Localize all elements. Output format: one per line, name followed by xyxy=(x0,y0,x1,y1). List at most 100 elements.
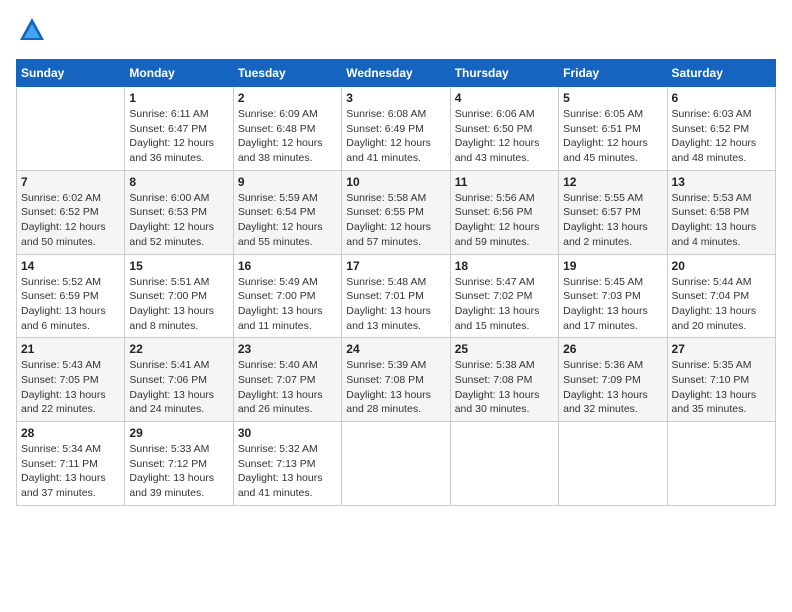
day-info: Sunrise: 6:05 AM Sunset: 6:51 PM Dayligh… xyxy=(563,107,662,166)
calendar-cell: 2 Sunrise: 6:09 AM Sunset: 6:48 PM Daylig… xyxy=(233,87,341,171)
calendar-cell: 17 Sunrise: 5:48 AM Sunset: 7:01 PM Dayli… xyxy=(342,254,450,338)
calendar-cell: 26 Sunrise: 5:36 AM Sunset: 7:09 PM Dayli… xyxy=(559,338,667,422)
day-info: Sunrise: 6:03 AM Sunset: 6:52 PM Dayligh… xyxy=(672,107,771,166)
day-info: Sunrise: 5:34 AM Sunset: 7:11 PM Dayligh… xyxy=(21,442,120,501)
day-number: 29 xyxy=(129,426,228,440)
day-number: 10 xyxy=(346,175,445,189)
calendar-cell: 12 Sunrise: 5:55 AM Sunset: 6:57 PM Dayli… xyxy=(559,170,667,254)
calendar-cell: 4 Sunrise: 6:06 AM Sunset: 6:50 PM Daylig… xyxy=(450,87,558,171)
day-info: Sunrise: 5:40 AM Sunset: 7:07 PM Dayligh… xyxy=(238,358,337,417)
day-number: 2 xyxy=(238,91,337,105)
day-info: Sunrise: 5:48 AM Sunset: 7:01 PM Dayligh… xyxy=(346,275,445,334)
calendar-cell: 13Sunrise: 5:53 AM Sunset: 6:58 PM Dayli… xyxy=(667,170,775,254)
day-number: 5 xyxy=(563,91,662,105)
calendar-cell: 8 Sunrise: 6:00 AM Sunset: 6:53 PM Daylig… xyxy=(125,170,233,254)
day-number: 6 xyxy=(672,91,771,105)
day-info: Sunrise: 5:38 AM Sunset: 7:08 PM Dayligh… xyxy=(455,358,554,417)
calendar-cell: 16 Sunrise: 5:49 AM Sunset: 7:00 PM Dayli… xyxy=(233,254,341,338)
day-number: 26 xyxy=(563,342,662,356)
day-number: 28 xyxy=(21,426,120,440)
day-header: Friday xyxy=(559,60,667,87)
day-number: 1 xyxy=(129,91,228,105)
calendar-cell: 29 Sunrise: 5:33 AM Sunset: 7:12 PM Dayli… xyxy=(125,422,233,506)
day-number: 19 xyxy=(563,259,662,273)
calendar-cell: 15 Sunrise: 5:51 AM Sunset: 7:00 PM Dayli… xyxy=(125,254,233,338)
calendar-table: SundayMondayTuesdayWednesdayThursdayFrid… xyxy=(16,59,776,506)
day-number: 22 xyxy=(129,342,228,356)
day-info: Sunrise: 6:00 AM Sunset: 6:53 PM Dayligh… xyxy=(129,191,228,250)
day-number: 27 xyxy=(672,342,771,356)
day-info: Sunrise: 5:36 AM Sunset: 7:09 PM Dayligh… xyxy=(563,358,662,417)
day-number: 17 xyxy=(346,259,445,273)
day-header: Tuesday xyxy=(233,60,341,87)
calendar-cell: 25Sunrise: 5:38 AM Sunset: 7:08 PM Dayli… xyxy=(450,338,558,422)
day-info: Sunrise: 6:02 AM Sunset: 6:52 PM Dayligh… xyxy=(21,191,120,250)
calendar-cell: 19 Sunrise: 5:45 AM Sunset: 7:03 PM Dayli… xyxy=(559,254,667,338)
day-number: 16 xyxy=(238,259,337,273)
day-number: 7 xyxy=(21,175,120,189)
day-info: Sunrise: 6:06 AM Sunset: 6:50 PM Dayligh… xyxy=(455,107,554,166)
calendar-cell: 11 Sunrise: 5:56 AM Sunset: 6:56 PM Dayli… xyxy=(450,170,558,254)
day-info: Sunrise: 5:41 AM Sunset: 7:06 PM Dayligh… xyxy=(129,358,228,417)
day-number: 3 xyxy=(346,91,445,105)
calendar-cell: 21 Sunrise: 5:43 AM Sunset: 7:05 PM Dayli… xyxy=(17,338,125,422)
calendar-cell: 27 Sunrise: 5:35 AM Sunset: 7:10 PM Dayli… xyxy=(667,338,775,422)
day-header: Saturday xyxy=(667,60,775,87)
calendar-week-row: 7 Sunrise: 6:02 AM Sunset: 6:52 PM Daylig… xyxy=(17,170,776,254)
calendar-cell: 24Sunrise: 5:39 AM Sunset: 7:08 PM Dayli… xyxy=(342,338,450,422)
calendar-cell xyxy=(450,422,558,506)
day-info: Sunrise: 5:53 AM Sunset: 6:58 PM Dayligh… xyxy=(672,191,771,250)
day-number: 8 xyxy=(129,175,228,189)
calendar-cell: 28 Sunrise: 5:34 AM Sunset: 7:11 PM Dayli… xyxy=(17,422,125,506)
page-header xyxy=(16,16,776,49)
calendar-week-row: 28 Sunrise: 5:34 AM Sunset: 7:11 PM Dayli… xyxy=(17,422,776,506)
calendar-cell: 6 Sunrise: 6:03 AM Sunset: 6:52 PM Daylig… xyxy=(667,87,775,171)
day-info: Sunrise: 5:43 AM Sunset: 7:05 PM Dayligh… xyxy=(21,358,120,417)
day-number: 20 xyxy=(672,259,771,273)
calendar-cell: 1 Sunrise: 6:11 AM Sunset: 6:47 PM Daylig… xyxy=(125,87,233,171)
calendar-cell: 3Sunrise: 6:08 AM Sunset: 6:49 PM Daylig… xyxy=(342,87,450,171)
day-header: Monday xyxy=(125,60,233,87)
calendar-cell xyxy=(342,422,450,506)
day-info: Sunrise: 5:56 AM Sunset: 6:56 PM Dayligh… xyxy=(455,191,554,250)
day-info: Sunrise: 5:55 AM Sunset: 6:57 PM Dayligh… xyxy=(563,191,662,250)
day-number: 9 xyxy=(238,175,337,189)
day-info: Sunrise: 5:52 AM Sunset: 6:59 PM Dayligh… xyxy=(21,275,120,334)
calendar-cell: 30Sunrise: 5:32 AM Sunset: 7:13 PM Dayli… xyxy=(233,422,341,506)
day-number: 30 xyxy=(238,426,337,440)
calendar-cell: 10 Sunrise: 5:58 AM Sunset: 6:55 PM Dayli… xyxy=(342,170,450,254)
calendar-cell xyxy=(17,87,125,171)
days-header-row: SundayMondayTuesdayWednesdayThursdayFrid… xyxy=(17,60,776,87)
day-number: 15 xyxy=(129,259,228,273)
calendar-week-row: 21 Sunrise: 5:43 AM Sunset: 7:05 PM Dayli… xyxy=(17,338,776,422)
day-info: Sunrise: 5:59 AM Sunset: 6:54 PM Dayligh… xyxy=(238,191,337,250)
calendar-cell: 22 Sunrise: 5:41 AM Sunset: 7:06 PM Dayli… xyxy=(125,338,233,422)
calendar-cell: 5 Sunrise: 6:05 AM Sunset: 6:51 PM Daylig… xyxy=(559,87,667,171)
calendar-cell: 14 Sunrise: 5:52 AM Sunset: 6:59 PM Dayli… xyxy=(17,254,125,338)
day-info: Sunrise: 5:33 AM Sunset: 7:12 PM Dayligh… xyxy=(129,442,228,501)
day-info: Sunrise: 6:11 AM Sunset: 6:47 PM Dayligh… xyxy=(129,107,228,166)
day-info: Sunrise: 5:58 AM Sunset: 6:55 PM Dayligh… xyxy=(346,191,445,250)
day-header: Thursday xyxy=(450,60,558,87)
day-info: Sunrise: 5:44 AM Sunset: 7:04 PM Dayligh… xyxy=(672,275,771,334)
calendar-cell: 23 Sunrise: 5:40 AM Sunset: 7:07 PM Dayli… xyxy=(233,338,341,422)
day-number: 11 xyxy=(455,175,554,189)
day-number: 4 xyxy=(455,91,554,105)
calendar-week-row: 1 Sunrise: 6:11 AM Sunset: 6:47 PM Daylig… xyxy=(17,87,776,171)
day-number: 23 xyxy=(238,342,337,356)
calendar-cell: 18Sunrise: 5:47 AM Sunset: 7:02 PM Dayli… xyxy=(450,254,558,338)
day-number: 12 xyxy=(563,175,662,189)
calendar-cell xyxy=(667,422,775,506)
calendar-cell: 7 Sunrise: 6:02 AM Sunset: 6:52 PM Daylig… xyxy=(17,170,125,254)
day-number: 14 xyxy=(21,259,120,273)
day-info: Sunrise: 5:35 AM Sunset: 7:10 PM Dayligh… xyxy=(672,358,771,417)
day-info: Sunrise: 5:51 AM Sunset: 7:00 PM Dayligh… xyxy=(129,275,228,334)
day-info: Sunrise: 6:09 AM Sunset: 6:48 PM Dayligh… xyxy=(238,107,337,166)
calendar-cell: 9 Sunrise: 5:59 AM Sunset: 6:54 PM Daylig… xyxy=(233,170,341,254)
day-info: Sunrise: 5:45 AM Sunset: 7:03 PM Dayligh… xyxy=(563,275,662,334)
day-number: 24 xyxy=(346,342,445,356)
day-number: 21 xyxy=(21,342,120,356)
logo-icon xyxy=(18,16,46,44)
logo-text xyxy=(16,16,46,49)
day-info: Sunrise: 5:49 AM Sunset: 7:00 PM Dayligh… xyxy=(238,275,337,334)
